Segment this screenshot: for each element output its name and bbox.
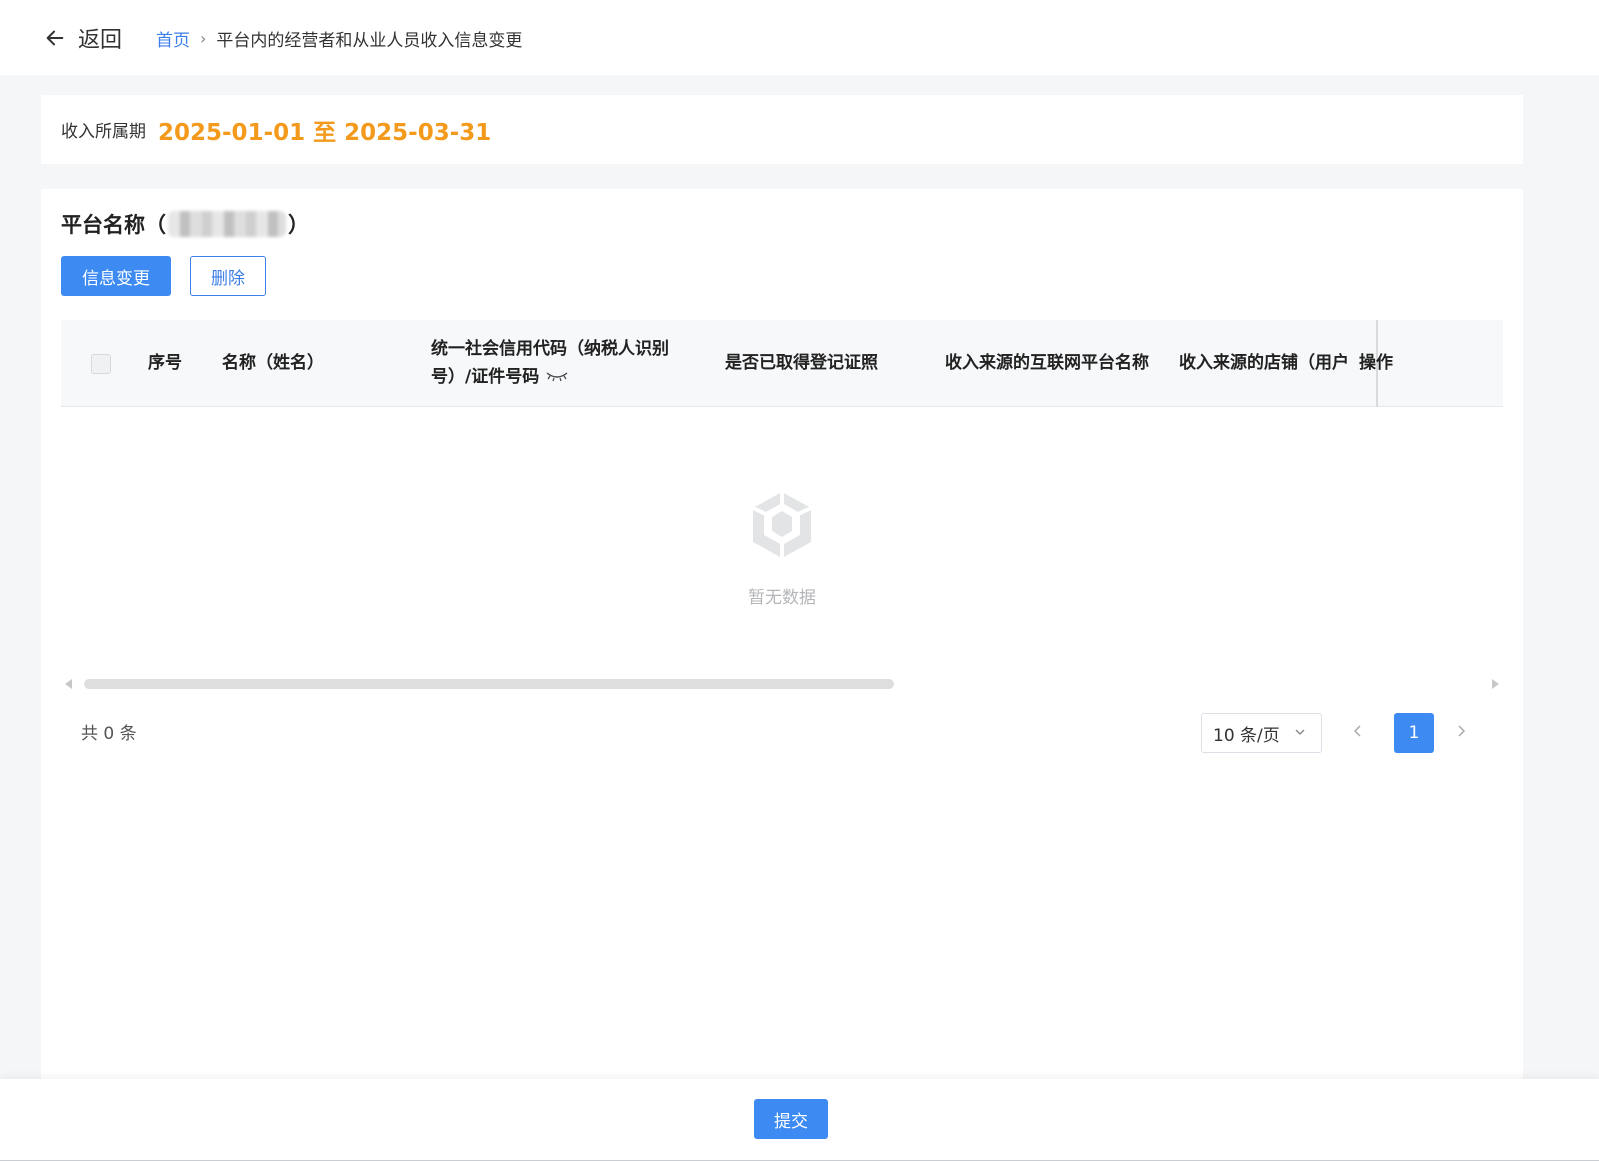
- page-size-value: 10 条/页: [1213, 725, 1280, 746]
- breadcrumb: 首页 › 平台内的经营者和从业人员收入信息变更: [156, 26, 522, 51]
- column-header-name: 名称（姓名）: [222, 353, 324, 373]
- page-button-current[interactable]: 1: [1394, 713, 1434, 753]
- income-period-card: 收入所属期 2025-01-01 至 2025-03-31: [41, 95, 1523, 164]
- column-header-credit-code-line2: 号）/证件号码: [431, 367, 540, 387]
- column-header-index: 序号: [148, 353, 182, 373]
- column-header-credit-code-line1: 统一社会信用代码（纳税人识别: [431, 339, 669, 359]
- horizontal-scrollbar[interactable]: [61, 678, 1503, 690]
- arrow-left-icon: [46, 30, 64, 46]
- breadcrumb-current: 平台内的经营者和从业人员收入信息变更: [216, 31, 523, 51]
- back-button[interactable]: 返回: [44, 20, 122, 56]
- page-size-select[interactable]: 10 条/页: [1201, 713, 1322, 753]
- platform-title-prefix: 平台名称（: [61, 213, 166, 237]
- footer-bar: 提交: [0, 1079, 1599, 1161]
- submit-button[interactable]: 提交: [754, 1099, 828, 1139]
- breadcrumb-home-link[interactable]: 首页: [156, 26, 190, 51]
- chevron-down-icon: [1295, 729, 1305, 735]
- column-header-credit-code: 统一社会信用代码（纳税人识别 号）/证件号码: [431, 335, 669, 391]
- income-period-label: 收入所属期: [61, 122, 146, 142]
- info-change-button[interactable]: 信息变更: [61, 256, 171, 296]
- income-period-value: 2025-01-01 至 2025-03-31: [158, 119, 492, 146]
- back-label: 返回: [78, 28, 123, 53]
- platform-title: 平台名称（ ）: [61, 209, 309, 239]
- total-count: 共 0 条: [81, 724, 137, 744]
- chevron-left-icon[interactable]: [1351, 721, 1365, 741]
- column-header-platform-name: 收入来源的互联网平台名称: [945, 353, 1149, 373]
- column-header-store: 收入来源的店铺（用户: [1179, 353, 1349, 373]
- chevron-right-icon: ›: [200, 29, 207, 48]
- empty-state: 暂无数据: [41, 489, 1523, 608]
- scrollbar-thumb[interactable]: [84, 679, 894, 689]
- platform-title-suffix: ）: [288, 213, 309, 237]
- redacted-platform-name: [168, 211, 286, 237]
- table-header: 序号 名称（姓名） 统一社会信用代码（纳税人识别 号）/证件号码 是否已取得登记…: [61, 320, 1503, 407]
- scroll-left-icon[interactable]: [65, 679, 72, 689]
- empty-text: 暂无数据: [748, 588, 816, 608]
- top-bar: 返回 首页 › 平台内的经营者和从业人员收入信息变更: [0, 0, 1599, 75]
- select-all-checkbox[interactable]: [91, 354, 111, 374]
- scroll-right-icon[interactable]: [1492, 679, 1499, 689]
- main-card: 平台名称（ ） 信息变更 删除 序号 名称（姓名） 统一社会信用代码（纳税人识别…: [41, 189, 1523, 1079]
- delete-button[interactable]: 删除: [190, 256, 266, 296]
- column-header-license: 是否已取得登记证照: [725, 353, 878, 373]
- column-header-actions: 操作: [1359, 353, 1393, 373]
- eye-closed-icon[interactable]: [545, 363, 569, 391]
- chevron-right-icon[interactable]: [1454, 721, 1468, 741]
- empty-box-icon: [752, 492, 812, 558]
